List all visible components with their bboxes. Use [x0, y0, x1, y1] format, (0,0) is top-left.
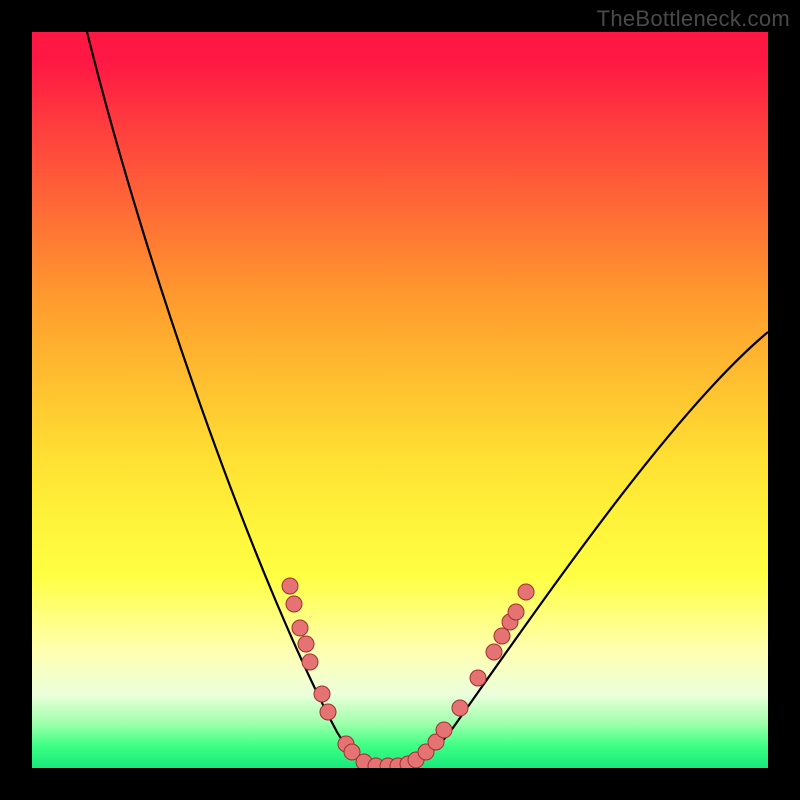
- data-dot: [494, 628, 510, 644]
- data-dot: [286, 596, 302, 612]
- data-dot: [302, 654, 318, 670]
- curve-path: [87, 32, 768, 766]
- data-dot: [436, 722, 452, 738]
- plot-area: [32, 32, 768, 768]
- data-dot: [298, 636, 314, 652]
- data-dot: [282, 578, 298, 594]
- watermark-text: TheBottleneck.com: [597, 6, 790, 32]
- bottleneck-curve: [32, 32, 768, 768]
- data-dot: [320, 704, 336, 720]
- data-dot: [508, 604, 524, 620]
- data-dots: [282, 578, 534, 768]
- data-dot: [292, 620, 308, 636]
- data-dot: [470, 670, 486, 686]
- data-dot: [518, 584, 534, 600]
- data-dot: [486, 644, 502, 660]
- chart-stage: TheBottleneck.com: [0, 0, 800, 800]
- data-dot: [314, 686, 330, 702]
- data-dot: [452, 700, 468, 716]
